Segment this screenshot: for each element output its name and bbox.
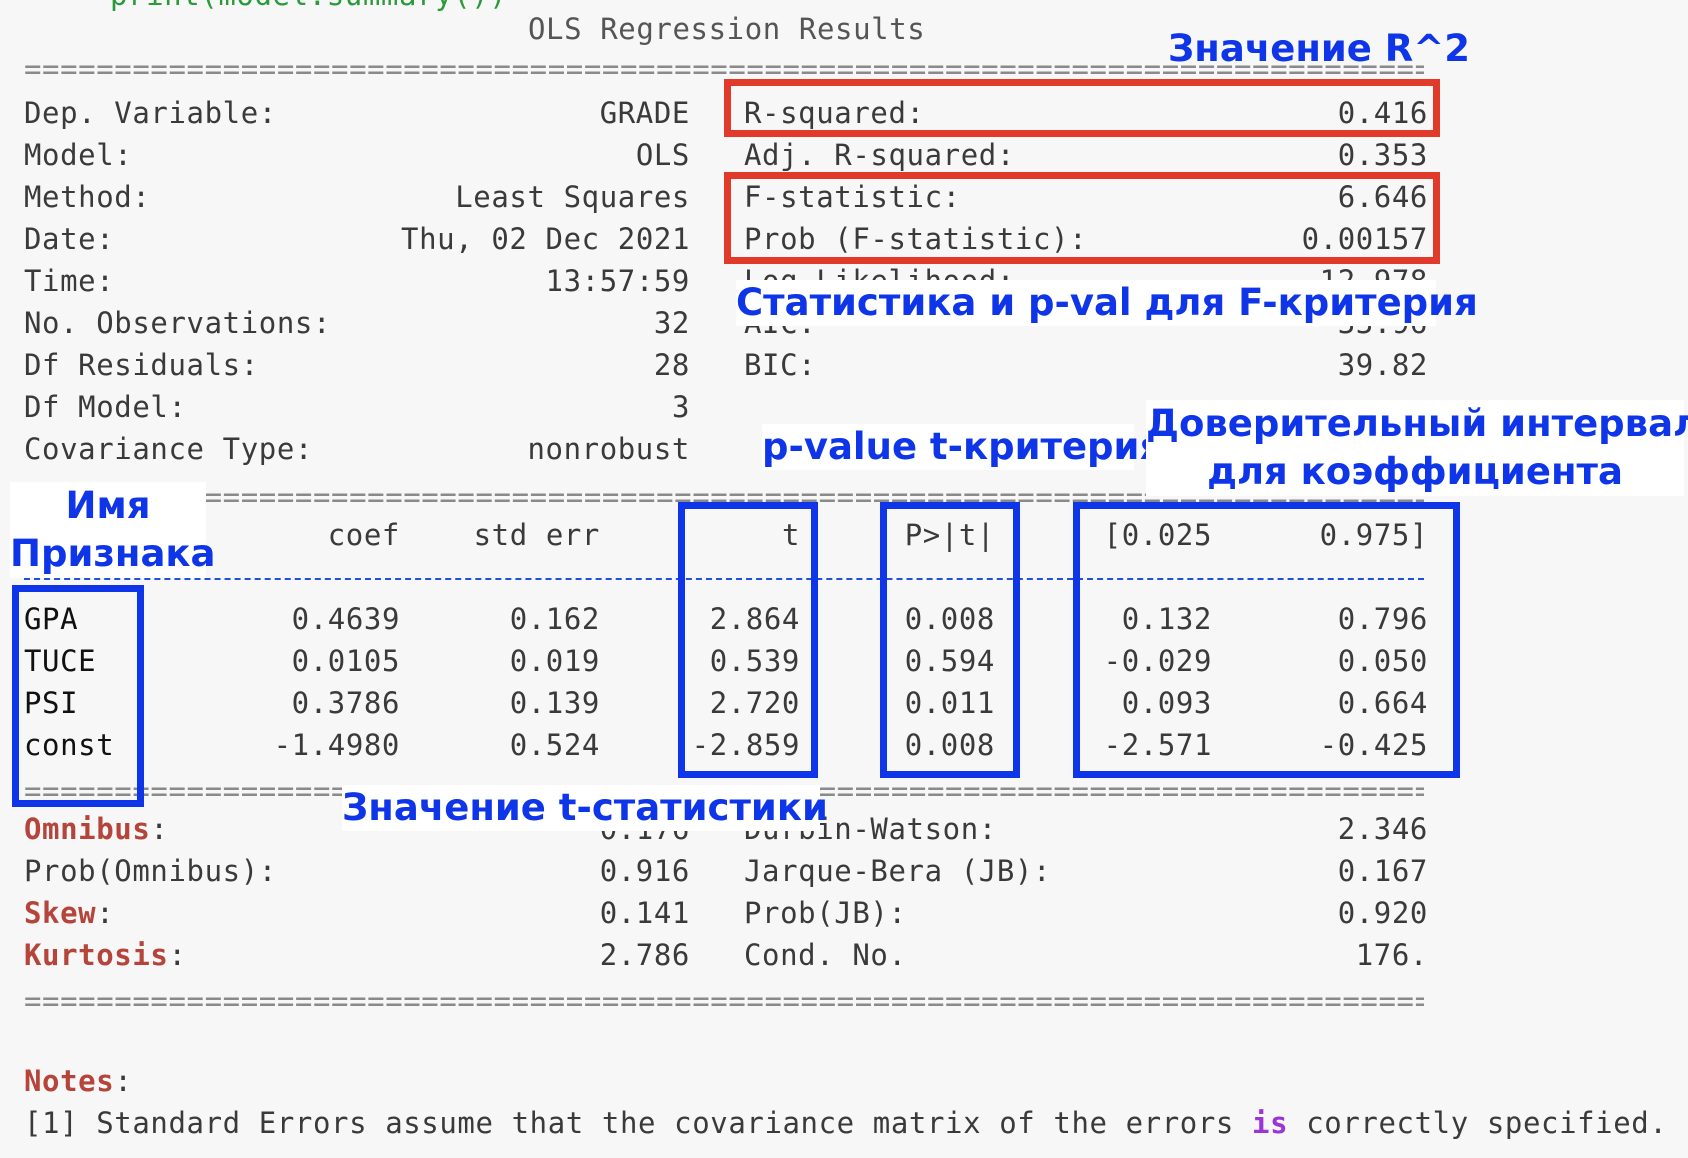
diagnostic-label-text: Omnibus: [24, 812, 151, 846]
ols-summary-page: print(model.summary()) OLS Regression Re…: [0, 0, 1688, 1158]
notes-text-before: [1] Standard Errors assume that the cova…: [24, 1106, 1253, 1140]
diagnostic-left-value: 2.786: [599, 938, 690, 972]
header-left-value: 28: [653, 348, 690, 382]
header-left-label: No. Observations:: [24, 306, 332, 340]
header-right-label: Adj. R-squared:: [744, 138, 1015, 172]
diagnostic-right-value: 0.920: [1337, 896, 1428, 930]
notes-label: Notes: [24, 1064, 115, 1098]
header-left-label: Date:: [24, 222, 115, 256]
diagnostic-label-text: Prob(Omnibus):: [24, 854, 277, 888]
header-left-value: 13:57:59: [545, 264, 690, 298]
feature-names-highlight-box: [12, 585, 144, 807]
annotation-f-statistic: Статистика и p-val для F-критерия: [736, 280, 1478, 326]
std-err-value: 0.139: [509, 686, 600, 720]
notes-heading: Notes:: [24, 1060, 132, 1102]
annotation-feature-name: Имя Признака: [10, 482, 216, 578]
annotation-t-statistic: Значение t-статистики: [342, 785, 828, 831]
header-left-value: OLS: [635, 138, 690, 172]
header-right-value: 0.353: [1337, 138, 1428, 172]
diagnostic-label-text: Kurtosis: [24, 938, 169, 972]
diagnostic-left-value: 0.141: [599, 896, 690, 930]
coef-value: 0.3786: [291, 686, 400, 720]
header-left-label: Method:: [24, 180, 151, 214]
separator-bottom: ========================================…: [24, 984, 1424, 1018]
diagnostic-right-value: 2.346: [1337, 812, 1428, 846]
diagnostic-right-label: Cond. No.: [744, 938, 907, 972]
header-right-label: BIC:: [744, 348, 817, 382]
std-err-value: 0.524: [509, 728, 600, 762]
t-column-highlight-box: [678, 502, 818, 778]
header-left-value: 32: [653, 306, 690, 340]
coef-value: 0.0105: [291, 644, 400, 678]
header-left-label: Dep. Variable:: [24, 96, 277, 130]
p-column-highlight-box: [880, 502, 1020, 778]
coef-value: 0.4639: [291, 602, 400, 636]
notes-text-after: correctly specified.: [1288, 1106, 1668, 1140]
diagnostic-right-value: 0.167: [1337, 854, 1428, 888]
header-left-value: 3: [671, 390, 690, 424]
diagnostic-label-suffix: :: [96, 896, 115, 930]
notes-colon: :: [114, 1064, 133, 1098]
f-statistic-highlight-box: [724, 172, 1440, 264]
r-squared-highlight-box: [724, 79, 1440, 137]
diagnostic-label-suffix: :: [168, 938, 187, 972]
summary-title: OLS Regression Results: [528, 12, 926, 46]
std-err-value: 0.019: [509, 644, 600, 678]
header-left-label: Model:: [24, 138, 133, 172]
header-left-label: Covariance Type:: [24, 432, 313, 466]
ci-columns-highlight-box: [1073, 502, 1460, 778]
header-left-value: GRADE: [599, 96, 690, 130]
diagnostic-right-label: Prob(JB):: [744, 896, 907, 930]
annotation-confidence-interval: Доверительный интервал для коэффициента: [1146, 400, 1688, 496]
diagnostic-left-label: Omnibus:: [24, 808, 168, 850]
diagnostic-label-text: Skew: [24, 896, 97, 930]
coef-value: -1.4980: [273, 728, 400, 762]
std-err-value: 0.162: [509, 602, 600, 636]
header-left-label: Time:: [24, 264, 115, 298]
header-right-value: 39.82: [1337, 348, 1428, 382]
diagnostic-left-label: Skew:: [24, 892, 114, 934]
diagnostic-label-suffix: :: [150, 812, 169, 846]
col-header-std-err: std err: [473, 518, 600, 552]
diagnostic-right-value: 176.: [1355, 938, 1428, 972]
notes-line: [1] Standard Errors assume that the cova…: [24, 1102, 1667, 1144]
notes-keyword: is: [1252, 1106, 1289, 1140]
header-left-value: nonrobust: [527, 432, 690, 466]
top-code-fragment: print(model.summary()): [110, 0, 507, 16]
header-left-value: Thu, 02 Dec 2021: [401, 222, 690, 256]
col-header-coef: coef: [327, 518, 400, 552]
diagnostic-left-value: 0.916: [599, 854, 690, 888]
diagnostic-right-label: Jarque-Bera (JB):: [744, 854, 1052, 888]
header-left-value: Least Squares: [455, 180, 690, 214]
diagnostic-left-label: Prob(Omnibus):: [24, 850, 277, 892]
header-left-label: Df Residuals:: [24, 348, 259, 382]
annotation-r2: Значение R^2: [1168, 27, 1471, 70]
diagnostic-left-label: Kurtosis:: [24, 934, 187, 976]
header-left-label: Df Model:: [24, 390, 187, 424]
annotation-p-value: p-value t-критерия: [762, 424, 1164, 470]
